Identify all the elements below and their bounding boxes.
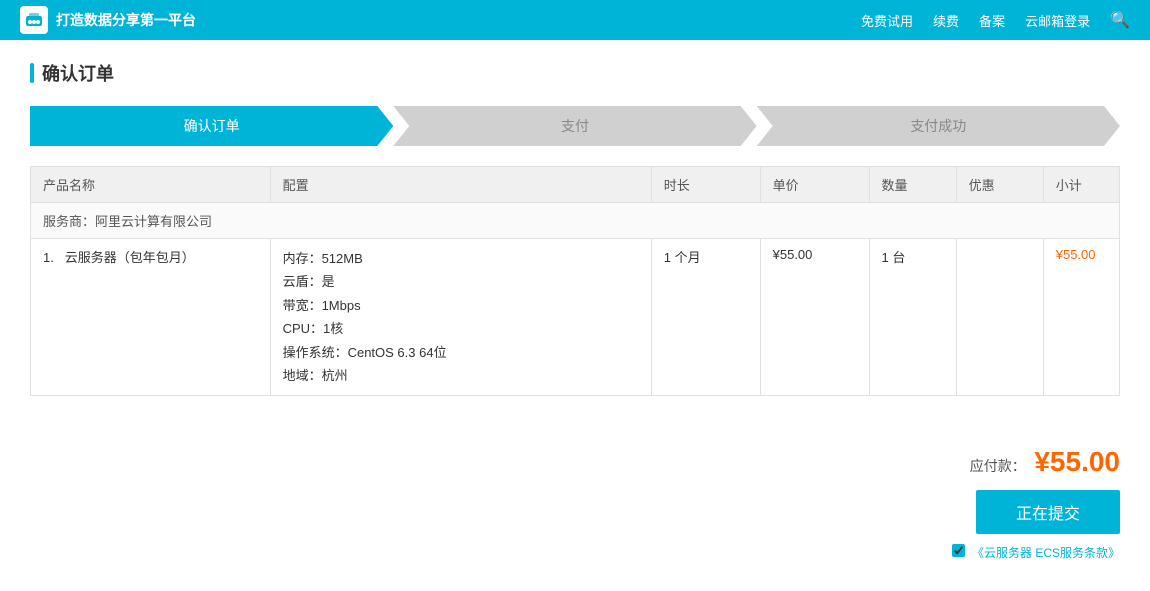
summary-section: 应付款： ¥55.00 正在提交 《云服务器 ECS服务条款》 [30,436,1120,571]
item-config: 内存：512MB 云盾：是 带宽：1Mbps CPU：1核 操作系统：CentO… [270,239,651,396]
item-discount [956,239,1043,396]
nav-email-login[interactable]: 云邮箱登录 [1025,11,1090,30]
search-icon[interactable]: 🔍 [1110,10,1130,30]
step-payment: 支付 [393,106,756,146]
item-duration: 1 个月 [651,239,760,396]
item-price: ¥55.00 [760,239,869,396]
nav-free-trial[interactable]: 免费试用 [861,11,913,30]
col-header-config: 配置 [270,167,651,203]
item-index-product: 1. 云服务器（包年包月） [31,239,271,396]
col-header-product: 产品名称 [31,167,271,203]
step-payment-success: 支付成功 [757,106,1120,146]
col-header-subtotal: 小计 [1043,167,1119,203]
spacer-row [31,396,1120,416]
table-header-row: 产品名称 配置 时长 单价 数量 优惠 小计 [31,167,1120,203]
page-title: 确认订单 [42,60,114,86]
config-detail: 内存：512MB 云盾：是 带宽：1Mbps CPU：1核 操作系统：CentO… [283,247,639,387]
submit-button[interactable]: 正在提交 [976,490,1120,534]
item-qty: 1 台 [869,239,956,396]
col-header-price: 单价 [760,167,869,203]
total-price: ¥55.00 [1034,446,1120,477]
item-product-name: 云服务器（包年包月） [65,250,195,265]
terms-row: 《云服务器 ECS服务条款》 [30,544,1120,561]
item-index: 1. [43,250,54,265]
table-row: 1. 云服务器（包年包月） 内存：512MB 云盾：是 带宽：1Mbps CPU… [31,239,1120,396]
logo-text: 打造数据分享第一平台 [56,10,196,30]
total-label: 应付款： [970,458,1026,474]
total-amount-row: 应付款： ¥55.00 [30,446,1120,478]
main-content: 确认订单 确认订单 支付 支付成功 产品名称 配置 时长 单价 数量 优惠 小计 [0,40,1150,591]
col-header-duration: 时长 [651,167,760,203]
col-header-discount: 优惠 [956,167,1043,203]
logo-icon [20,6,48,34]
item-subtotal: ¥55.00 [1043,239,1119,396]
logo[interactable]: 打造数据分享第一平台 [20,6,196,34]
steps-bar: 确认订单 支付 支付成功 [30,106,1120,146]
title-bar-decoration [30,63,34,83]
header: 打造数据分享第一平台 免费试用 续费 备案 云邮箱登录 🔍 [0,0,1150,40]
provider-label: 服务商：阿里云计算有限公司 [31,203,1120,239]
page-title-container: 确认订单 [30,60,1120,86]
top-nav: 免费试用 续费 备案 云邮箱登录 🔍 [861,10,1130,30]
terms-link[interactable]: 《云服务器 ECS服务条款》 [972,546,1120,560]
terms-checkbox[interactable] [952,544,965,557]
order-table: 产品名称 配置 时长 单价 数量 优惠 小计 服务商：阿里云计算有限公司 1. … [30,166,1120,416]
nav-record[interactable]: 备案 [979,11,1005,30]
col-header-qty: 数量 [869,167,956,203]
provider-row: 服务商：阿里云计算有限公司 [31,203,1120,239]
nav-renew[interactable]: 续费 [933,11,959,30]
step-confirm-order: 确认订单 [30,106,393,146]
